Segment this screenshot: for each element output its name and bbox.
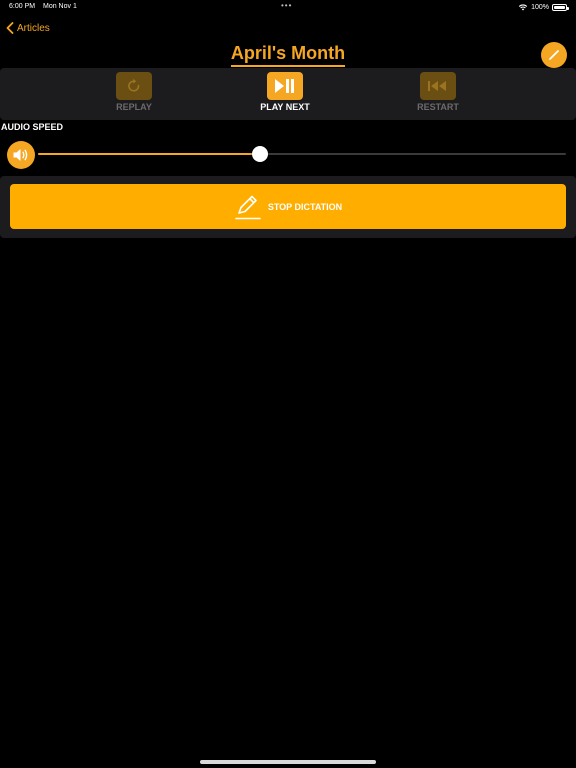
status-bar: 6:00 PM Mon Nov 1 ••• 100% (0, 0, 576, 14)
restart-button[interactable]: RESTART (398, 72, 478, 112)
pencil-icon (549, 50, 559, 60)
audio-speed-label: AUDIO SPEED (1, 122, 64, 132)
stop-dictation-label: STOP DICTATION (267, 201, 343, 212)
restart-label: RESTART (417, 102, 459, 112)
slider-fill (38, 153, 260, 155)
restart-icon-box (420, 72, 456, 100)
battery-icon (552, 3, 569, 11)
stop-dictation-button[interactable]: STOP DICTATION (10, 184, 566, 229)
play-next-icon-box (267, 72, 303, 100)
play-next-label: PLAY NEXT (260, 102, 310, 112)
replay-icon-box (116, 72, 152, 100)
audio-speed-slider[interactable] (38, 146, 566, 162)
replay-button[interactable]: REPLAY (94, 72, 174, 112)
edit-button[interactable] (541, 42, 567, 68)
chevron-left-icon (6, 22, 14, 34)
rotate-icon (128, 78, 140, 92)
rewind-to-start-icon (428, 81, 446, 91)
speaker-icon (7, 141, 35, 169)
slider-thumb[interactable] (251, 146, 268, 162)
battery-fill (554, 5, 565, 9)
app-screen: 6:00 PM Mon Nov 1 ••• 100% Articles Apri… (0, 0, 576, 768)
pencil-line-icon (235, 195, 261, 219)
wifi-icon (518, 4, 528, 11)
play-pause-icon (275, 79, 294, 93)
back-button[interactable]: Articles (6, 20, 50, 36)
battery-percent: 100% (531, 3, 549, 11)
page-title-wrap: April's Month (0, 43, 576, 67)
playback-controls: REPLAY PLAY NEXT RESTART (0, 68, 576, 120)
dictation-panel: STOP DICTATION (0, 176, 576, 238)
status-right: 100% (518, 3, 569, 11)
home-indicator[interactable] (200, 760, 376, 764)
page-title: April's Month (230, 43, 346, 67)
play-next-button[interactable]: PLAY NEXT (245, 72, 325, 112)
status-date: Mon Nov 1 (43, 3, 77, 10)
multitasking-dots[interactable]: ••• (281, 1, 292, 10)
status-time: 6:00 PM (9, 3, 36, 10)
replay-label: REPLAY (116, 102, 152, 112)
back-label: Articles (17, 22, 50, 34)
